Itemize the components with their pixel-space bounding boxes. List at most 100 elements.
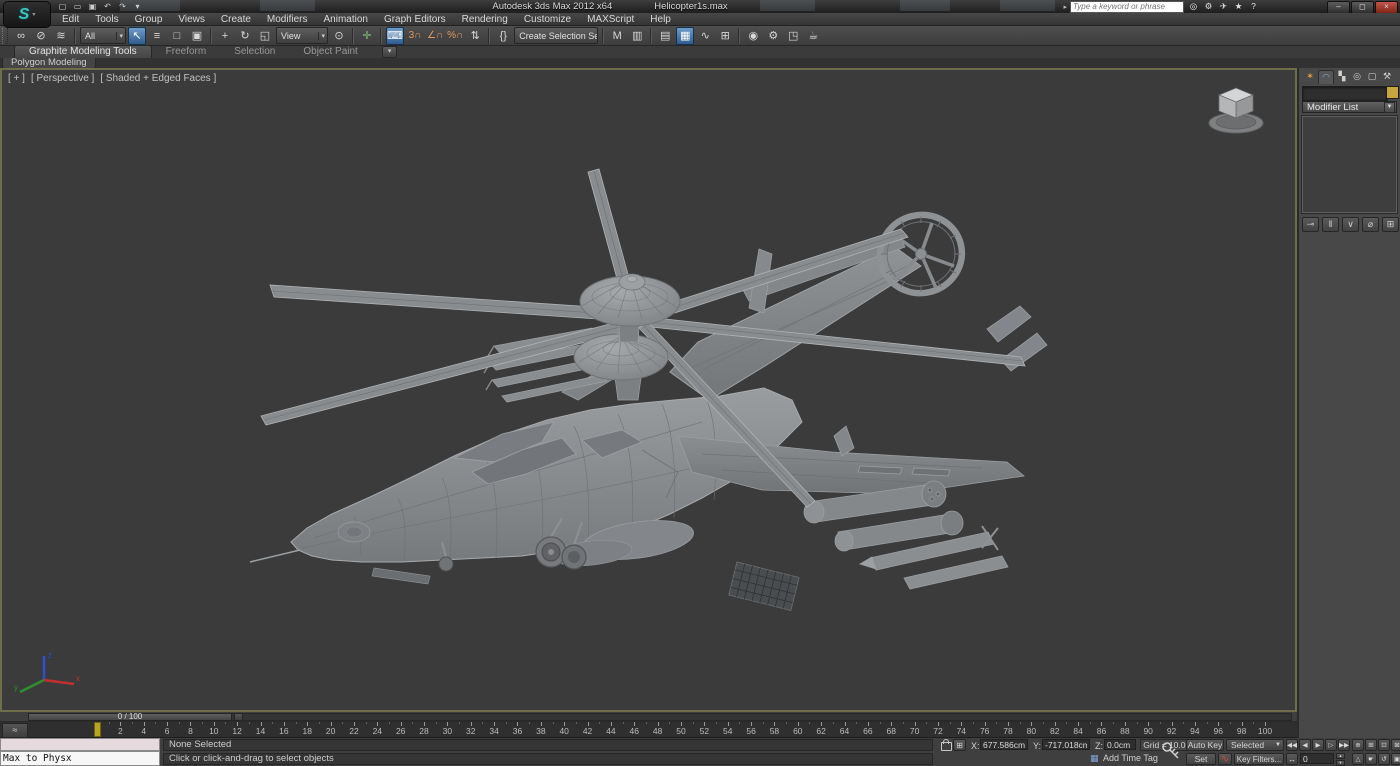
- viewport-general-menu[interactable]: [ + ]: [8, 73, 25, 84]
- z-coordinate-field[interactable]: [1104, 739, 1136, 750]
- undo-button[interactable]: ↶: [101, 1, 114, 12]
- key-mode-toggle-button[interactable]: ↔: [1286, 753, 1298, 765]
- render-production-button[interactable]: ☕: [804, 27, 822, 45]
- ribbon-options-button[interactable]: ▾: [382, 46, 398, 58]
- menu-views[interactable]: Views: [170, 13, 213, 26]
- selection-filter-dropdown[interactable]: All▾: [80, 27, 126, 44]
- open-file-button[interactable]: ▭: [71, 1, 84, 12]
- menu-graph-editors[interactable]: Graph Editors: [376, 13, 454, 26]
- tab-hierarchy[interactable]: ▚: [1335, 70, 1349, 83]
- search-input[interactable]: [1070, 1, 1184, 13]
- helicopter-fuselage[interactable]: [250, 388, 802, 584]
- select-by-name-button[interactable]: ≡: [148, 27, 166, 45]
- field-of-view-button[interactable]: △: [1352, 753, 1364, 765]
- remove-modifier-button[interactable]: ⌀: [1362, 217, 1379, 232]
- render-setup-button[interactable]: ⚙: [764, 27, 782, 45]
- play-animation-button[interactable]: ▶: [1312, 739, 1324, 751]
- select-and-manipulate-button[interactable]: ✛: [358, 27, 376, 45]
- select-and-scale-button[interactable]: ◱: [256, 27, 274, 45]
- frame-spinner[interactable]: ▲ ▼: [1336, 753, 1345, 765]
- maximize-viewport-toggle[interactable]: ▣: [1391, 753, 1400, 765]
- pan-view-button[interactable]: ☛: [1365, 753, 1377, 765]
- tab-display[interactable]: ▢: [1365, 70, 1379, 83]
- quick-access-dropdown[interactable]: ▾: [131, 1, 144, 12]
- angle-snap-toggle[interactable]: ∠∩: [426, 27, 444, 45]
- make-unique-button[interactable]: ∨: [1342, 217, 1359, 232]
- previous-frame-button[interactable]: ◀: [1299, 739, 1311, 751]
- current-frame-field[interactable]: [1300, 753, 1334, 764]
- maxscript-mini-listener[interactable]: Max to Physx: [0, 751, 160, 766]
- ribbon-tab-freeform[interactable]: Freeform: [152, 46, 221, 58]
- object-color-swatch[interactable]: [1386, 86, 1399, 99]
- select-and-move-button[interactable]: +: [216, 27, 234, 45]
- helicopter-wireframe-model[interactable]: [2, 70, 1295, 710]
- tab-modify[interactable]: ◠: [1318, 70, 1334, 84]
- spinner-up-icon[interactable]: ▲: [1336, 753, 1345, 759]
- auto-key-button[interactable]: Auto Key: [1186, 739, 1224, 751]
- set-key-button[interactable]: Set Key: [1186, 753, 1216, 765]
- rendered-frame-window-button[interactable]: ◳: [784, 27, 802, 45]
- named-selection-set-dropdown[interactable]: Create Selection Se▾: [514, 27, 598, 44]
- modifier-stack[interactable]: [1302, 116, 1397, 213]
- use-pivot-point-center-button[interactable]: ⊙: [330, 27, 348, 45]
- perspective-viewport[interactable]: [ + ] [ Perspective ] [ Shaded + Edged F…: [0, 68, 1297, 712]
- menu-maxscript[interactable]: MAXScript: [579, 13, 642, 26]
- key-filters-button[interactable]: Key Filters...: [1234, 753, 1284, 765]
- percent-snap-toggle[interactable]: %∩: [446, 27, 464, 45]
- menu-rendering[interactable]: Rendering: [454, 13, 516, 26]
- unlink-selection-button[interactable]: ⊘: [32, 27, 50, 45]
- select-and-rotate-button[interactable]: ↻: [236, 27, 254, 45]
- tab-utilities[interactable]: ⚒: [1380, 70, 1394, 83]
- zoom-all-button[interactable]: ⊞: [1365, 739, 1377, 751]
- track-bar[interactable]: ≈ 02468101214161820222426283032343638404…: [0, 722, 1297, 738]
- key-filter-curve-icon[interactable]: ∿: [1218, 753, 1232, 765]
- menu-animation[interactable]: Animation: [315, 13, 375, 26]
- schematic-view-button[interactable]: ⊞: [716, 27, 734, 45]
- viewport-pov-menu[interactable]: [ Perspective ]: [31, 73, 94, 84]
- menu-edit[interactable]: Edit: [54, 13, 87, 26]
- zoom-extents-button[interactable]: ⊡: [1378, 739, 1390, 751]
- align-button[interactable]: ▥: [628, 27, 646, 45]
- reference-coordinate-dropdown[interactable]: View▾: [276, 27, 328, 44]
- tab-create[interactable]: ✶: [1303, 70, 1317, 83]
- modifier-list-dropdown[interactable]: Modifier List ▼: [1302, 101, 1397, 113]
- mirror-button[interactable]: M: [608, 27, 626, 45]
- select-object-button[interactable]: ↖: [128, 27, 146, 45]
- rectangular-selection-region-button[interactable]: □: [168, 27, 186, 45]
- show-end-result-button[interactable]: ‖: [1322, 217, 1339, 232]
- zoom-button[interactable]: ⊕: [1352, 739, 1364, 751]
- ribbon-tab-object-paint[interactable]: Object Paint: [289, 46, 371, 58]
- current-frame-marker[interactable]: [94, 722, 101, 737]
- menu-create[interactable]: Create: [213, 13, 259, 26]
- redo-button[interactable]: ↷: [116, 1, 129, 12]
- search-button[interactable]: ◎: [1187, 1, 1200, 12]
- add-time-tag[interactable]: ▦ Add Time Tag: [1090, 753, 1158, 763]
- application-menu-button[interactable]: S ▾: [3, 1, 51, 28]
- viewcube[interactable]: [1205, 80, 1267, 138]
- save-file-button[interactable]: ▣: [86, 1, 99, 12]
- favorites-button[interactable]: ★: [1232, 1, 1245, 12]
- object-name-field[interactable]: [1302, 86, 1388, 101]
- x-coordinate-field[interactable]: [980, 739, 1028, 750]
- time-slider-notch[interactable]: [234, 713, 243, 721]
- menu-tools[interactable]: Tools: [87, 13, 126, 26]
- new-scene-button[interactable]: ▢: [56, 1, 69, 12]
- spinner-snap-toggle[interactable]: ⇅: [466, 27, 484, 45]
- ribbon-tab-selection[interactable]: Selection: [220, 46, 289, 58]
- snaps-toggle-3d[interactable]: 3∩: [406, 27, 424, 45]
- orbit-button[interactable]: ↺: [1378, 753, 1390, 765]
- configure-modifier-sets-button[interactable]: ⊞: [1382, 217, 1399, 232]
- select-and-link-button[interactable]: ∞: [12, 27, 30, 45]
- toolbar-grip[interactable]: [2, 28, 8, 44]
- communication-center-button[interactable]: ✈: [1217, 1, 1230, 12]
- tab-motion[interactable]: ◎: [1350, 70, 1364, 83]
- edit-named-selection-sets-button[interactable]: {}: [494, 27, 512, 45]
- absolute-transform-icon[interactable]: ⊞: [953, 739, 966, 751]
- menu-customize[interactable]: Customize: [516, 13, 579, 26]
- y-coordinate-field[interactable]: [1042, 739, 1090, 750]
- window-crossing-toggle[interactable]: ▣: [188, 27, 206, 45]
- zoom-extents-all-button[interactable]: ⊠: [1391, 739, 1400, 751]
- material-editor-button[interactable]: ◉: [744, 27, 762, 45]
- spinner-down-icon[interactable]: ▼: [1336, 760, 1345, 766]
- infocenter-expander-icon[interactable]: ▸: [1063, 3, 1067, 11]
